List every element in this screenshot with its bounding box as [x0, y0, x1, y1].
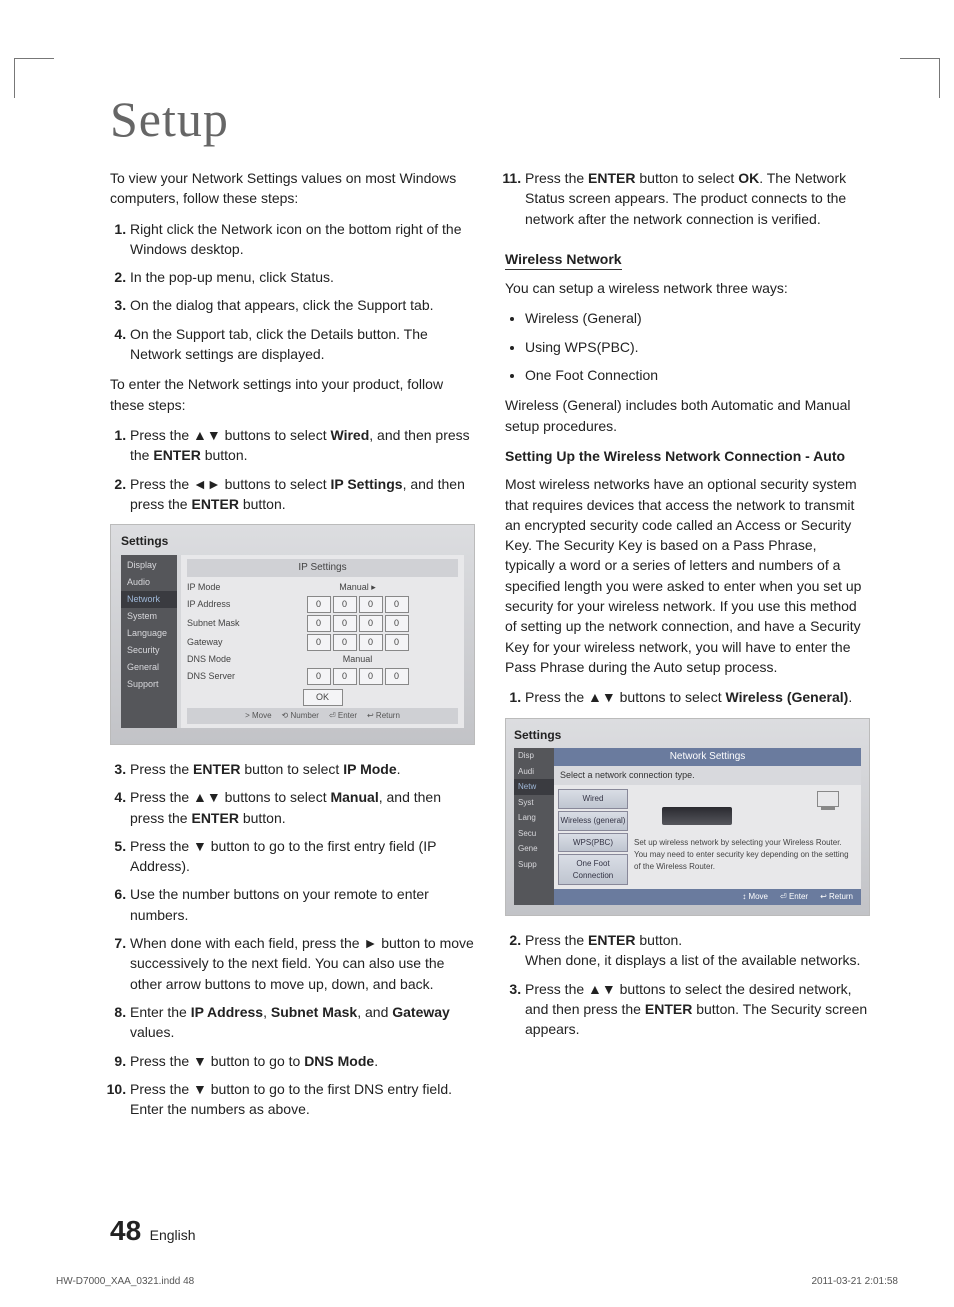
list-item: One Foot Connection [525, 365, 870, 385]
intro-para: To view your Network Settings values on … [110, 168, 475, 209]
print-footer: HW-D7000_XAA_0321.indd 48 2011-03-21 2:0… [56, 1276, 898, 1287]
screenshot-title: Settings [514, 727, 861, 744]
list-item: Press the ENTER button to select OK. The… [525, 168, 870, 229]
footer-file: HW-D7000_XAA_0321.indd 48 [56, 1276, 194, 1287]
list-item: Using WPS(PBC). [525, 337, 870, 357]
list-item: When done with each field, press the ► b… [130, 933, 475, 994]
list-item: On the dialog that appears, click the Su… [130, 295, 475, 315]
crop-mark-tl [14, 58, 54, 98]
list-item: Right click the Network icon on the bott… [130, 219, 475, 260]
page-title: Setup [110, 90, 870, 148]
connection-options: Wired Wireless (general) WPS(PBC) One Fo… [558, 789, 628, 885]
auto-para: Most wireless networks have an optional … [505, 474, 870, 677]
steps-a: Right click the Network icon on the bott… [130, 219, 475, 365]
list-item: Use the number buttons on your remote to… [130, 884, 475, 925]
screenshot-main: IP Settings IP ModeManual ▸ IP Address00… [181, 555, 464, 728]
steps-b-part3: Press the ENTER button to select OK. The… [525, 168, 870, 229]
steps-b-part2: Press the ENTER button to select IP Mode… [130, 759, 475, 1119]
left-column: To view your Network Settings values on … [110, 168, 475, 1129]
intro2-para: To enter the Network settings into your … [110, 374, 475, 415]
list-item: Press the ENTER button.When done, it dis… [525, 930, 870, 971]
list-item: Press the ENTER button to select IP Mode… [130, 759, 475, 779]
list-item: Enter the IP Address, Subnet Mask, and G… [130, 1002, 475, 1043]
wireless-note: Wireless (General) includes both Automat… [505, 395, 870, 436]
connection-desc: Set up wireless network by selecting you… [634, 789, 857, 885]
ip-settings-screenshot: Settings Display Audio Network System La… [110, 524, 475, 745]
ok-button: OK [303, 689, 343, 706]
steps-b-part1: Press the ▲▼ buttons to select Wired, an… [130, 425, 475, 514]
list-item: Press the ▼ button to go to the first DN… [130, 1079, 475, 1120]
right-column: Press the ENTER button to select OK. The… [505, 168, 870, 1129]
auto-heading: Setting Up the Wireless Network Connecti… [505, 446, 870, 466]
router-icon [634, 789, 857, 833]
list-item: In the pop-up menu, click Status. [130, 267, 475, 287]
list-item: Press the ▼ button to go to DNS Mode. [130, 1051, 475, 1071]
auto-steps-part2: Press the ENTER button.When done, it dis… [525, 930, 870, 1039]
list-item: Press the ▲▼ buttons to select Wired, an… [130, 425, 475, 466]
wireless-intro: You can setup a wireless network three w… [505, 278, 870, 298]
list-item: Press the ▲▼ buttons to select Manual, a… [130, 787, 475, 828]
list-item: Press the ▼ button to go to the first en… [130, 836, 475, 877]
footer-timestamp: 2011-03-21 2:01:58 [811, 1276, 898, 1287]
list-item: Press the ◄► buttons to select IP Settin… [130, 474, 475, 515]
list-item: Press the ▲▼ buttons to select Wireless … [525, 687, 870, 707]
list-item: On the Support tab, click the Details bu… [130, 324, 475, 365]
crop-mark-tr [900, 58, 940, 98]
list-item: Press the ▲▼ buttons to select the desir… [525, 979, 870, 1040]
network-settings-screenshot: Settings Disp Audi Netw Syst Lang Secu G… [505, 718, 870, 917]
screenshot-sidebar: Disp Audi Netw Syst Lang Secu Gene Supp [514, 748, 554, 905]
wireless-heading: Wireless Network [505, 249, 622, 270]
auto-steps-part1: Press the ▲▼ buttons to select Wireless … [525, 687, 870, 707]
page-number: 48 English [110, 1215, 196, 1247]
screenshot-sidebar: Display Audio Network System Language Se… [121, 555, 177, 728]
list-item: Wireless (General) [525, 308, 870, 328]
wireless-options: Wireless (General) Using WPS(PBC). One F… [525, 308, 870, 385]
screenshot-main: Network Settings Select a network connec… [554, 748, 861, 905]
screenshot-title: Settings [121, 533, 464, 550]
